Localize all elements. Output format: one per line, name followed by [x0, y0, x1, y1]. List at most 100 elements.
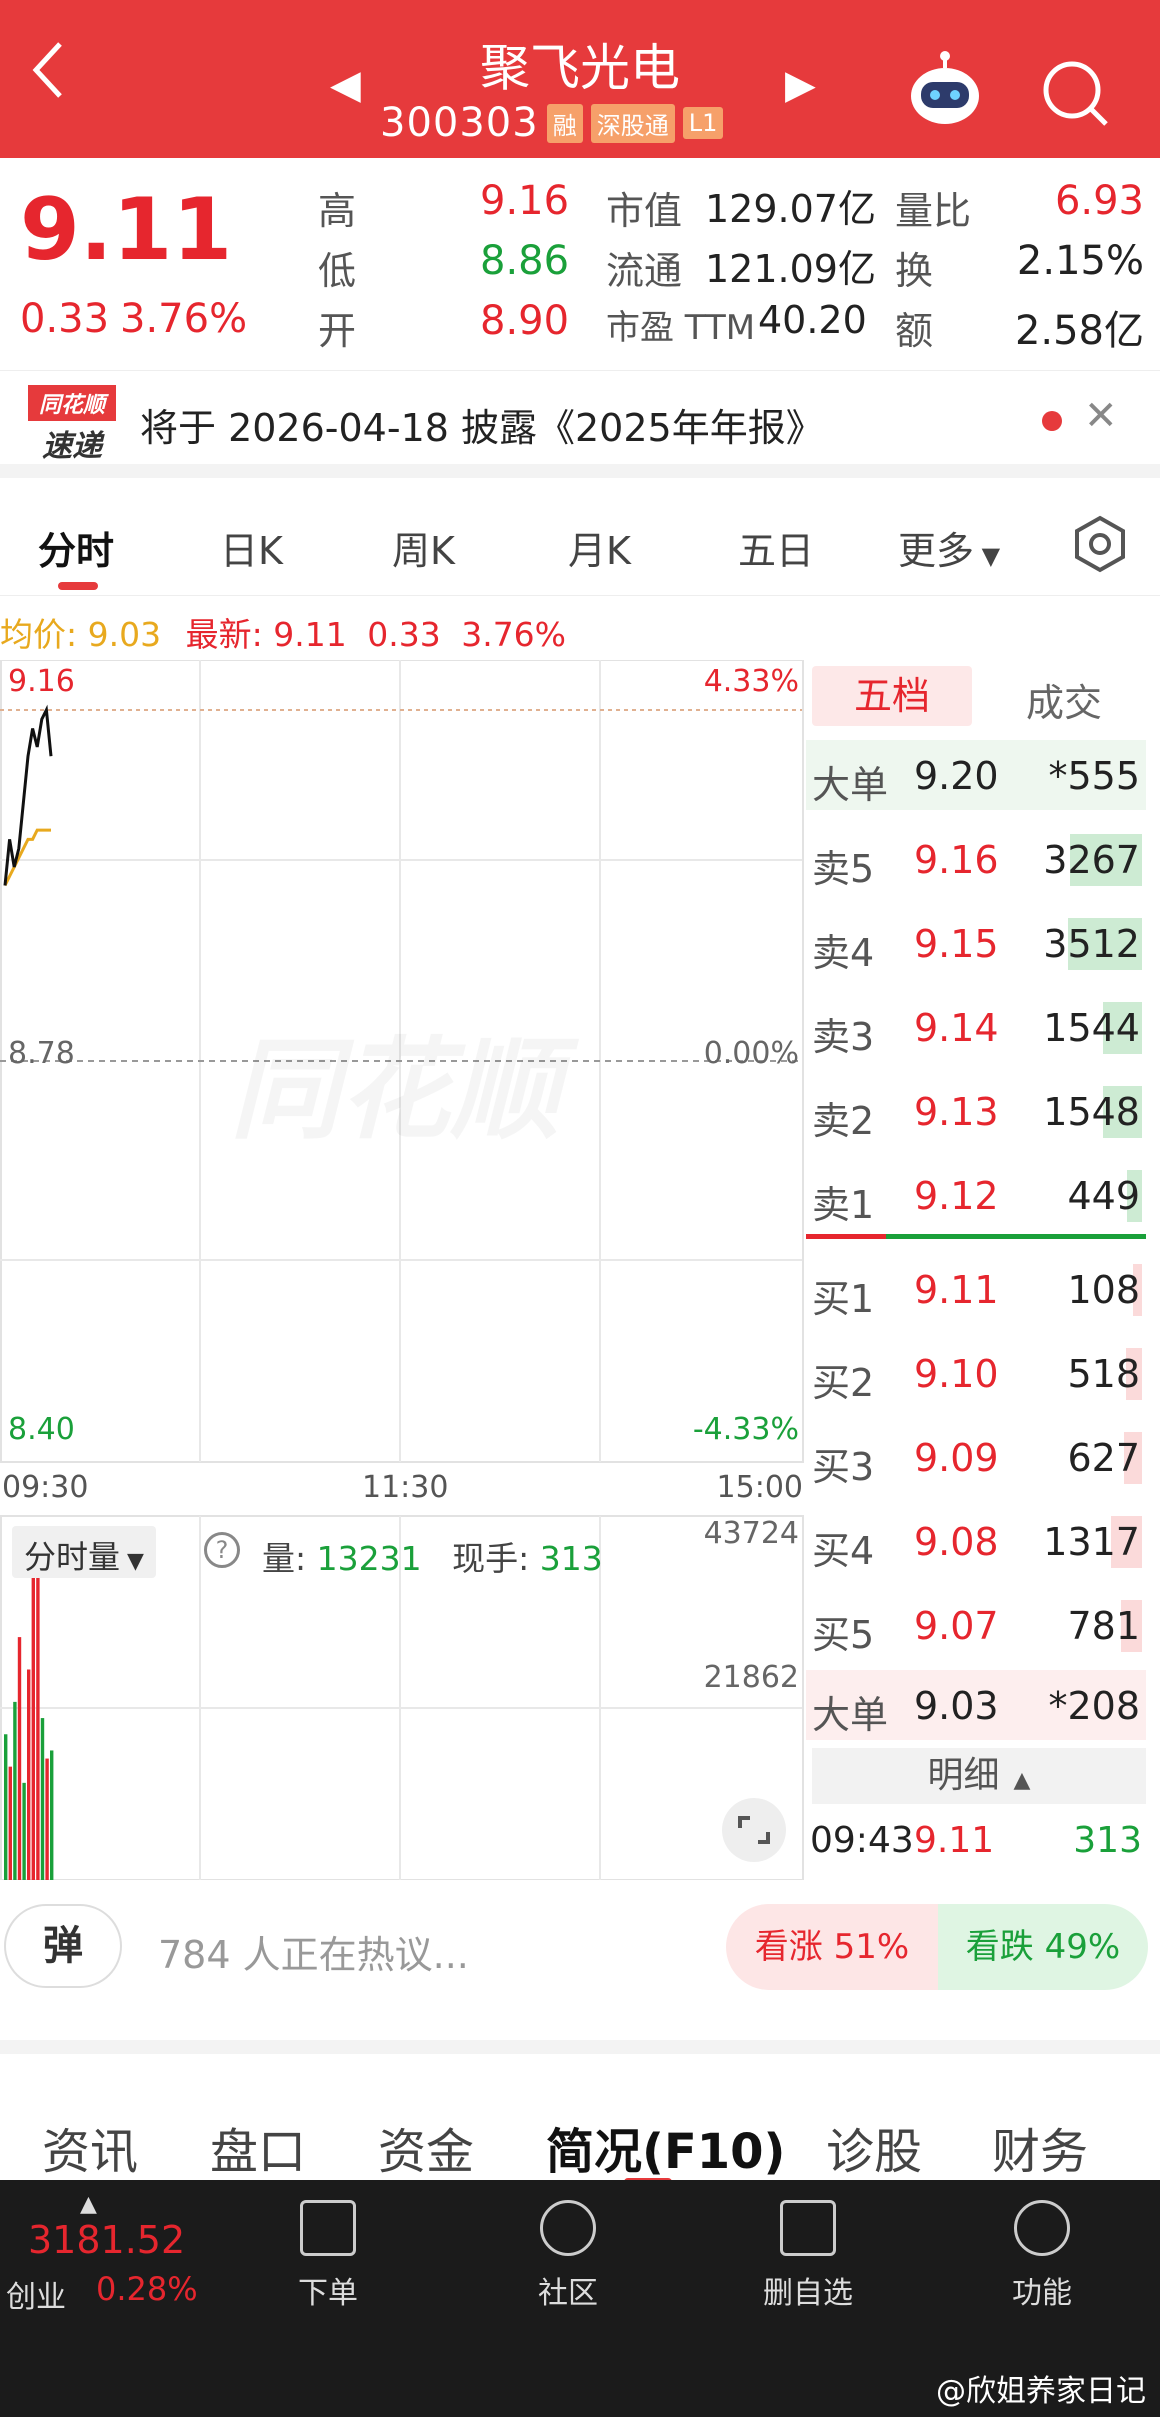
bid-level-price: 9.11 — [914, 1268, 999, 1312]
tab-trades[interactable]: 成交 — [1026, 672, 1102, 727]
turnover-value: 2.15% — [1016, 238, 1144, 284]
chart-info-line: 均价: 9.03 最新: 9.11 0.33 3.76% — [0, 608, 566, 656]
tag-margin: 融 — [546, 103, 583, 143]
bid-level-price: 9.10 — [914, 1352, 999, 1396]
settings-hexagon-icon[interactable] — [1070, 514, 1130, 578]
bid-level-price: 9.08 — [914, 1520, 999, 1564]
tab-funds[interactable]: 资金 — [378, 2112, 474, 2182]
tag-level: L1 — [682, 107, 724, 139]
functions-button[interactable]: 功能 — [952, 2200, 1132, 2312]
discuss-text[interactable]: 784 人正在热议... — [158, 1924, 469, 1979]
volume-bar — [27, 1669, 31, 1880]
intraday-chart[interactable]: 同花顺 9.16 8.78 8.40 4.33% 0.00% -4.33% 09… — [0, 660, 805, 1880]
danmu-label: 弹 — [43, 1923, 83, 1969]
notice-logo-top: 同花顺 — [28, 385, 116, 421]
tab-daily-k[interactable]: 日K — [220, 520, 283, 575]
bid-level-row: 买4 9.08 1317 — [806, 1506, 1146, 1576]
help-icon[interactable]: ? — [204, 1532, 240, 1568]
tab-intraday[interactable]: 分时 — [38, 520, 114, 575]
x-tick-close: 15:00 — [716, 1470, 803, 1505]
tab-diagnose[interactable]: 诊股 — [826, 2112, 922, 2182]
order-button[interactable]: 下单 — [238, 2200, 418, 2312]
tab-handicap[interactable]: 盘口 — [210, 2112, 306, 2182]
header-bar: ◀ 聚飞光电 ▶ 300303 融 深股通 L1 — [0, 0, 1160, 158]
vote-down-button[interactable]: 看跌 49% — [938, 1904, 1148, 1990]
tab-five-day[interactable]: 五日 — [738, 520, 814, 575]
pe-value: 40.20 — [758, 298, 867, 342]
detail-toggle[interactable]: 明细 ▲ — [812, 1748, 1146, 1804]
ask-level-vol: 1548 — [1043, 1090, 1140, 1134]
menu-circle-icon — [1014, 2200, 1070, 2256]
tab-weekly-k[interactable]: 周K — [392, 520, 455, 575]
ask-level-row: 卖4 9.15 3512 — [806, 908, 1146, 978]
functions-label: 功能 — [1012, 2276, 1072, 2311]
avg-price-value: 9.03 — [87, 615, 162, 654]
last-pct-value: 3.76% — [461, 615, 567, 654]
ask-level-label: 卖1 — [812, 1183, 875, 1227]
bid-level-label: 买3 — [812, 1445, 875, 1489]
tab-more-label: 更多 — [898, 529, 975, 573]
tab-five-levels[interactable]: 五档 — [812, 666, 972, 726]
fullscreen-button[interactable] — [722, 1798, 786, 1862]
community-button[interactable]: 社区 — [478, 2200, 658, 2312]
bid-level-label: 买4 — [812, 1529, 875, 1573]
y-tick-pct-high: 4.33% — [703, 664, 799, 699]
minus-box-icon — [780, 2200, 836, 2256]
index-name: 创业 — [6, 2280, 66, 2315]
tab-finance[interactable]: 财务 — [992, 2112, 1088, 2182]
community-star-icon — [540, 2200, 596, 2256]
next-stock-icon[interactable]: ▶ — [785, 62, 816, 108]
close-icon[interactable]: ✕ — [1084, 393, 1118, 439]
bid-level-row: 买1 9.11 108 — [806, 1254, 1146, 1324]
tab-f10[interactable]: 简况(F10) — [546, 2112, 785, 2182]
bid-level-label: 买2 — [812, 1361, 875, 1405]
discussion-bar: 弹 784 人正在热议... 看涨 51% 看跌 49% — [0, 1880, 1160, 2010]
index-value[interactable]: 3181.52 — [28, 2218, 185, 2262]
triangle-up-icon: ▲ — [80, 2192, 97, 2217]
search-icon[interactable] — [1040, 58, 1110, 132]
volume-readout: 量: 13231 现手: 313 — [262, 1532, 603, 1580]
tab-monthly-k[interactable]: 月K — [568, 520, 631, 575]
notice-banner[interactable]: 同花顺 速递 将于 2026-04-18 披露《2025年年报》 ✕ — [0, 370, 1160, 478]
volume-bar — [4, 1734, 8, 1880]
ask-level-label: 卖4 — [812, 931, 875, 975]
chart-watermark: 同花顺 — [230, 1000, 560, 1160]
y-tick-high: 9.16 — [8, 664, 75, 699]
big-buy-label: 大单 — [812, 1693, 889, 1737]
high-value: 9.16 — [480, 178, 570, 224]
bid-level-label: 买1 — [812, 1277, 875, 1321]
ask-level-price: 9.13 — [914, 1090, 999, 1134]
tab-news[interactable]: 资讯 — [42, 2112, 138, 2182]
index-pct: 0.28% — [96, 2270, 198, 2308]
volume-bar — [40, 1718, 45, 1880]
bid-level-label: 买5 — [812, 1613, 875, 1657]
volume-bar — [31, 1572, 35, 1880]
volume-indicator-select[interactable]: 分时量 ▼ — [12, 1526, 156, 1578]
chevron-down-icon: ▼ — [120, 1549, 144, 1574]
vote-up-button[interactable]: 看涨 51% — [726, 1904, 938, 1990]
notice-logo-bottom: 速递 — [42, 429, 102, 464]
avg-price-label: 均价: — [0, 615, 78, 654]
price-change: 0.33 — [20, 296, 110, 342]
tab-more[interactable]: 更多 ▼ — [898, 520, 1000, 575]
big-buy-vol: *208 — [1048, 1684, 1140, 1728]
low-value: 8.86 — [480, 238, 570, 284]
document-icon — [300, 2200, 356, 2256]
robot-assistant-icon[interactable] — [905, 50, 985, 134]
y-tick-pct-mid: 0.00% — [703, 1036, 799, 1071]
notice-text: 将于 2026-04-18 披露《2025年年报》 — [140, 406, 824, 450]
app-screen: ◀ 聚飞光电 ▶ 300303 融 深股通 L1 9.11 0.33 3.76%… — [0, 0, 1160, 2417]
danmu-toggle[interactable]: 弹 — [4, 1904, 122, 1988]
community-label: 社区 — [538, 2276, 598, 2311]
detail-vol: 313 — [1073, 1820, 1142, 1861]
y-tick-low: 8.40 — [8, 1412, 75, 1447]
big-buy-row: 大单 9.03 *208 — [806, 1670, 1146, 1740]
remove-watchlist-label: 删自选 — [763, 2276, 853, 2311]
stock-code-row: 300303 融 深股通 L1 — [380, 100, 724, 146]
info-tabs: 资讯 盘口 资金 简况(F10) 诊股 财务 — [0, 2040, 1160, 2186]
turnover-label: 换 — [895, 249, 934, 293]
pe-label: 市盈 TTM — [606, 308, 756, 348]
bid-level-vol: 518 — [1067, 1352, 1140, 1396]
remove-watchlist-button[interactable]: 删自选 — [718, 2200, 898, 2312]
volume-bar — [8, 1766, 12, 1880]
